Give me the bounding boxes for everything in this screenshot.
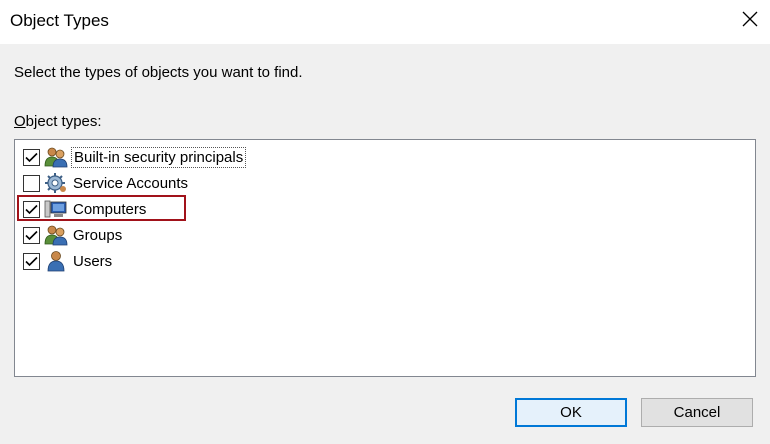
ok-button[interactable]: OK	[515, 398, 627, 427]
list-item-groups[interactable]: Groups	[23, 222, 124, 248]
list-item-label: Groups	[73, 226, 123, 244]
cancel-button[interactable]: Cancel	[641, 398, 753, 427]
highlight-box	[17, 195, 186, 221]
list-item-users[interactable]: Users	[23, 248, 114, 274]
object-types-label: Object types:	[14, 113, 102, 130]
list-item-label: Service Accounts	[73, 174, 189, 192]
list-item-service-accounts[interactable]: Service Accounts	[23, 170, 190, 196]
list-item-label: Users	[73, 252, 113, 270]
groups-icon	[44, 223, 68, 247]
object-types-list[interactable]: Built-in security principals Service Acc…	[14, 139, 756, 377]
checkbox-built-in-security-principals[interactable]	[23, 148, 40, 166]
security-principals-icon	[44, 145, 68, 169]
close-button[interactable]	[735, 6, 765, 36]
close-icon	[742, 11, 758, 32]
window-title: Object Types	[10, 11, 109, 30]
list-item-built-in-security-principals[interactable]: Built-in security principals	[23, 144, 247, 170]
instruction-text: Select the types of objects you want to …	[14, 64, 303, 81]
checkbox-service-accounts[interactable]	[23, 174, 40, 192]
checkbox-groups[interactable]	[23, 226, 40, 244]
service-accounts-icon	[44, 171, 68, 195]
title-bar: Object Types	[0, 0, 770, 44]
list-item-label: Built-in security principals	[71, 146, 247, 168]
accelerator-key: O	[14, 113, 26, 130]
checkbox-users[interactable]	[23, 252, 40, 270]
user-icon	[44, 249, 68, 273]
object-types-label-text: bject types:	[25, 113, 102, 130]
